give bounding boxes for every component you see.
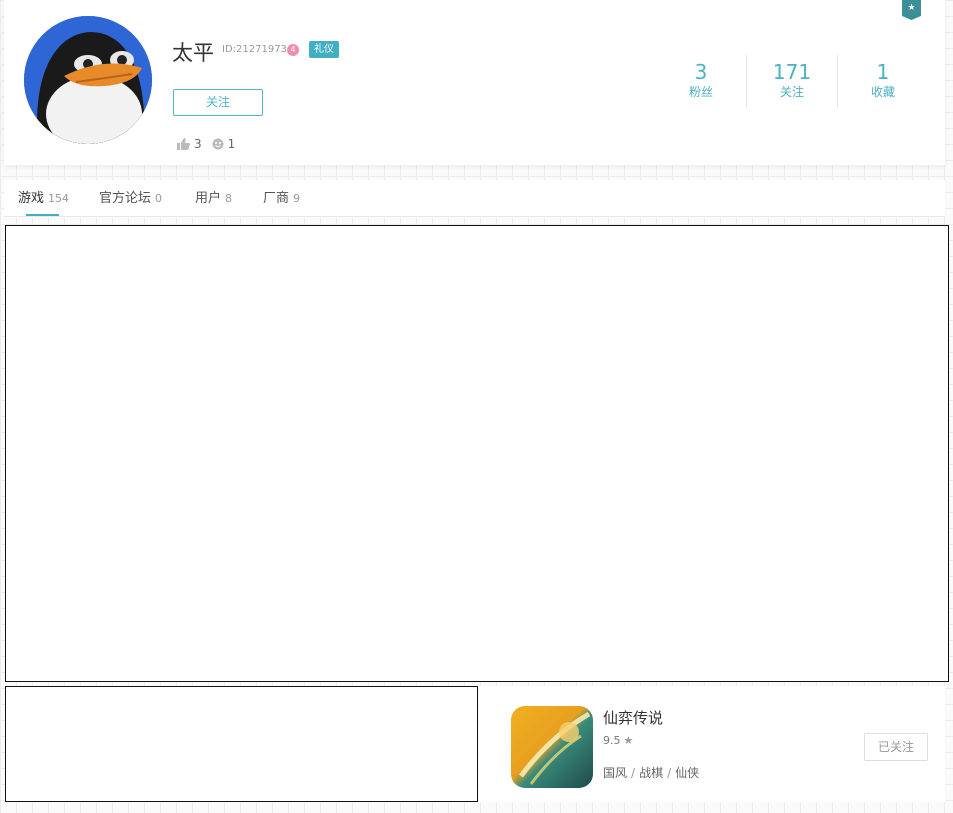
tab-count: 8 [225, 192, 233, 205]
thumbs-up-icon [177, 138, 190, 150]
tab-label: 游戏 [18, 191, 45, 206]
title-tag-badge: 礼仪 [309, 41, 339, 58]
profile-card: ★ 太平 ID:21271973 4 礼仪 关注 3 1 3 粉丝 171 关注… [4, 0, 945, 165]
stat-label: 粉丝 [688, 85, 713, 99]
star-badge-icon[interactable]: ★ [902, 0, 921, 20]
tab-label: 官方论坛 [99, 191, 152, 206]
secondary-frame [5, 686, 478, 802]
tab-count: 0 [155, 192, 163, 205]
user-id: ID:21271973 [222, 44, 287, 55]
tab-label: 用户 [195, 191, 222, 206]
stat-label: 收藏 [870, 85, 895, 99]
game-icon[interactable] [511, 706, 593, 788]
star-icon: ★ [623, 734, 634, 747]
tab-users[interactable]: 用户 8 [195, 180, 232, 216]
tabs-bar: 游戏 154 官方论坛 0 用户 8 厂商 9 [4, 180, 945, 217]
tab-count: 9 [293, 192, 301, 205]
follow-button[interactable]: 关注 [173, 89, 263, 116]
tag-separator: / [631, 766, 636, 780]
tab-games[interactable]: 游戏 154 [18, 180, 69, 216]
game-tag[interactable]: 战棋 [639, 766, 663, 780]
followed-button[interactable]: 已关注 [864, 733, 928, 761]
tab-official-forum[interactable]: 官方论坛 0 [99, 180, 162, 216]
content-frame [5, 225, 949, 682]
stat-value: 171 [772, 60, 812, 84]
game-tags: 国风 / 战棋 / 仙侠 [603, 764, 699, 781]
stat-following[interactable]: 171 关注 [746, 54, 837, 108]
stats-panel: 3 粉丝 171 关注 1 收藏 [656, 54, 928, 108]
likes-count: 3 [194, 137, 202, 151]
username: 太平 [172, 41, 214, 65]
game-tag[interactable]: 国风 [603, 766, 627, 780]
game-tag[interactable]: 仙侠 [675, 766, 699, 780]
stat-fans[interactable]: 3 粉丝 [656, 54, 746, 108]
level-badge: 4 [287, 44, 299, 56]
tag-separator: / [667, 766, 672, 780]
game-title[interactable]: 仙弈传说 [603, 707, 663, 728]
emoji-count: 1 [227, 137, 236, 151]
tab-count: 154 [48, 192, 70, 205]
likes-stat: 3 [177, 137, 202, 151]
avatar[interactable] [24, 16, 152, 144]
smiley-icon [212, 138, 224, 150]
mini-stats: 3 1 [177, 137, 235, 151]
stat-value: 3 [694, 60, 708, 84]
stat-value: 1 [876, 60, 890, 84]
game-rating: 9.5 ★ [603, 734, 633, 747]
tab-label: 厂商 [263, 191, 290, 206]
game-card[interactable]: 仙弈传说 9.5 ★ 国风 / 战棋 / 仙侠 已关注 [479, 686, 945, 802]
rating-value: 9.5 [603, 734, 621, 747]
stat-favorites[interactable]: 1 收藏 [837, 54, 928, 108]
stat-label: 关注 [779, 85, 804, 99]
tab-vendors[interactable]: 厂商 9 [263, 180, 300, 216]
emoji-stat: 1 [212, 137, 236, 151]
